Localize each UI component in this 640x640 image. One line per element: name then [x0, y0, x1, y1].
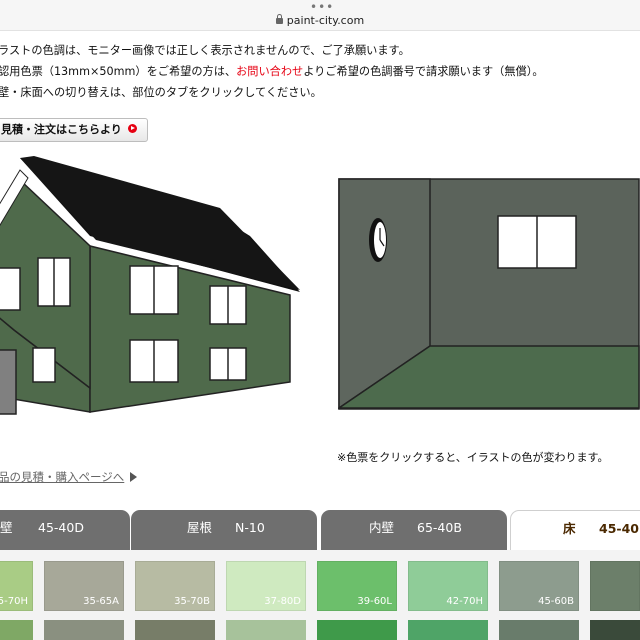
color-swatch[interactable]: 39-60L [317, 561, 397, 611]
color-swatch[interactable] [135, 620, 215, 640]
color-swatch[interactable] [317, 620, 397, 640]
tab-floor-code: 45-40D [599, 521, 640, 536]
tab-roof[interactable]: 屋根 N-10 [131, 510, 317, 550]
color-swatch[interactable]: 5-70H [0, 561, 33, 611]
color-swatch[interactable]: 37-80D [226, 561, 306, 611]
url-display[interactable]: paint-city.com [0, 14, 640, 28]
color-swatch[interactable]: 35-70B [135, 561, 215, 611]
color-swatch[interactable] [499, 620, 579, 640]
tab-roof-code: N-10 [235, 520, 265, 535]
estimate-order-label: 見積・注文はこちらより [1, 123, 122, 136]
house-illustration [0, 156, 300, 415]
lock-icon [275, 14, 283, 24]
note-line-2: 認用色票（13mm×50mm）をご希望の方は、お問い合わせよりご希望の色調番号で… [0, 61, 544, 82]
product-link-label: 品の見積・購入ページへ [0, 470, 125, 484]
swatch-code: 42-70H [446, 596, 483, 607]
color-swatch[interactable] [44, 620, 124, 640]
swatch-code: 45-60B [538, 596, 574, 607]
product-estimate-link[interactable]: 品の見積・購入ページへ [0, 469, 138, 485]
room-window [497, 215, 577, 269]
triangle-right-icon [130, 472, 138, 482]
note-line-2-after: よりご希望の色調番号で請求願います（無償）。 [303, 65, 544, 78]
tab-interior-wall-name: 内壁 [369, 520, 395, 535]
swatch-code: 37-80D [264, 596, 301, 607]
color-swatch[interactable] [590, 620, 640, 640]
swatch-code: 39-60L [357, 596, 392, 607]
arrow-circle-icon [127, 124, 137, 133]
color-swatch[interactable] [590, 561, 640, 611]
illustration-caption: ※色票をクリックすると、イラストの色が変わります。 [337, 451, 609, 464]
color-swatch[interactable]: 45-60B [499, 561, 579, 611]
note-line-1: ラストの色調は、モニター画像では正しく表示されませんので、ご了承願います。 [0, 44, 410, 57]
browser-address-bar[interactable]: ••• paint-city.com [0, 0, 640, 31]
color-swatch[interactable] [408, 620, 488, 640]
color-swatch[interactable]: 35-65A [44, 561, 124, 611]
part-tabs: 壁 45-40D 屋根 N-10 内壁 65-40B 床 45-40D [0, 510, 640, 550]
estimate-order-button[interactable]: 見積・注文はこちらより [0, 118, 148, 142]
note-line-3: 壁・床面への切り替えは、部位のタブをクリックしてください。 [0, 86, 322, 99]
notes-block: ラストの色調は、モニター画像では正しく表示されませんので、ご了承願います。 認用… [0, 40, 544, 103]
tab-wall-code: 45-40D [38, 520, 84, 535]
tab-wall[interactable]: 壁 45-40D [0, 510, 130, 550]
note-line-2-before: 認用色票（13mm×50mm）をご希望の方は、 [0, 65, 237, 78]
tab-interior-wall-code: 65-40B [417, 520, 462, 535]
clock-icon [369, 218, 387, 262]
tab-wall-name: 壁 [0, 520, 13, 535]
swatch-code: 35-65A [83, 596, 119, 607]
url-text: paint-city.com [286, 14, 365, 27]
tab-overview-dots-icon[interactable]: ••• [310, 1, 334, 13]
tab-roof-name: 屋根 [187, 520, 213, 535]
tab-floor[interactable]: 床 45-40D [510, 510, 640, 550]
tab-interior-wall[interactable]: 内壁 65-40B [321, 510, 507, 550]
color-swatch[interactable]: 42-70H [408, 561, 488, 611]
color-swatch[interactable] [0, 620, 33, 640]
room-illustration [338, 178, 640, 410]
contact-link[interactable]: お問い合わせ [236, 65, 303, 78]
house-door [0, 349, 17, 415]
color-swatch[interactable] [226, 620, 306, 640]
swatch-code: 5-70H [0, 596, 28, 607]
tab-floor-name: 床 [563, 521, 576, 536]
swatch-code: 35-70B [174, 596, 210, 607]
